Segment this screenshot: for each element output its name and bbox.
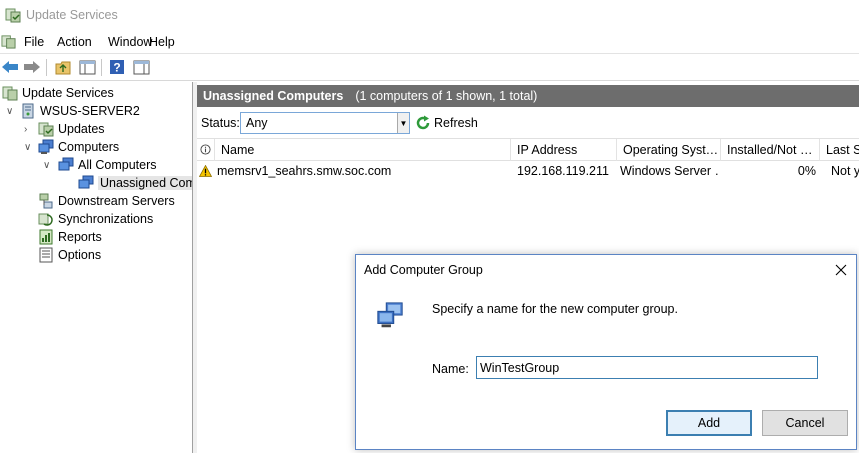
updates-icon bbox=[38, 122, 54, 137]
dialog-body: Specify a name for the new computer grou… bbox=[356, 285, 856, 449]
back-icon[interactable] bbox=[0, 58, 20, 76]
grid-header: Name IP Address Operating Syst… Installe… bbox=[197, 138, 859, 161]
properties-pane-icon[interactable] bbox=[131, 58, 151, 76]
status-dropdown[interactable]: Any ▼ bbox=[240, 112, 410, 134]
status-label: Status: bbox=[201, 116, 240, 130]
dialog-title: Add Computer Group bbox=[364, 263, 483, 277]
collapse-chevron-icon[interactable]: ∨ bbox=[24, 143, 34, 153]
up-folder-icon[interactable] bbox=[53, 58, 73, 76]
tree-item-computers[interactable]: Computers bbox=[38, 138, 119, 156]
reports-icon bbox=[39, 229, 53, 245]
status-filter-row: Status: Any ▼ Refresh bbox=[197, 110, 859, 136]
cell-ip: 192.168.119.211 bbox=[517, 164, 609, 178]
column-header-os[interactable]: Operating Syst… bbox=[617, 139, 721, 161]
group-name-input[interactable] bbox=[476, 356, 818, 379]
table-row[interactable]: memsrv1_seahrs.smw.soc.com 192.168.119.2… bbox=[197, 161, 859, 181]
dialog-title-bar: Add Computer Group bbox=[356, 255, 856, 285]
expand-chevron-icon[interactable]: › bbox=[24, 125, 34, 135]
computer-group-icon bbox=[375, 301, 405, 334]
add-button[interactable]: Add bbox=[666, 410, 752, 436]
refresh-icon bbox=[416, 115, 430, 130]
tree-item-downstream-servers[interactable]: Downstream Servers bbox=[38, 192, 175, 210]
server-icon bbox=[22, 103, 34, 119]
column-header-last-status[interactable]: Last St bbox=[820, 139, 859, 161]
cancel-button[interactable]: Cancel bbox=[762, 410, 848, 436]
tree-item-update-services[interactable]: Update Services bbox=[2, 84, 114, 102]
menu-help[interactable]: Help bbox=[149, 35, 175, 49]
navigation-tree: Update Services ∨ WSUS-SERVER2 › Updates… bbox=[0, 82, 193, 453]
tree-item-all-computers[interactable]: All Computers bbox=[58, 156, 157, 174]
collapse-chevron-icon[interactable]: ∨ bbox=[6, 107, 16, 117]
show-hide-tree-icon[interactable] bbox=[77, 58, 97, 76]
refresh-button[interactable]: Refresh bbox=[415, 114, 478, 132]
column-header-ip[interactable]: IP Address bbox=[511, 139, 617, 161]
menu-window[interactable]: Window bbox=[108, 35, 152, 49]
wsus-app-icon bbox=[5, 7, 21, 26]
synchronizations-icon bbox=[38, 213, 53, 226]
options-icon bbox=[39, 247, 53, 263]
add-computer-group-dialog: Add Computer Group Specify a name for th… bbox=[355, 254, 857, 450]
collapse-chevron-icon[interactable]: ∨ bbox=[43, 161, 53, 171]
title-bar: Update Services bbox=[0, 0, 859, 31]
svg-text:?: ? bbox=[113, 61, 120, 75]
close-icon[interactable] bbox=[826, 255, 856, 285]
cell-os: Windows Server … bbox=[620, 164, 720, 178]
forward-icon[interactable] bbox=[22, 58, 42, 76]
content-title: Unassigned Computers bbox=[203, 89, 344, 103]
window-title: Update Services bbox=[26, 8, 118, 22]
computers-icon bbox=[38, 139, 54, 154]
status-value: Any bbox=[246, 116, 268, 130]
help-icon[interactable]: ? bbox=[107, 58, 127, 76]
menu-bar: File Action Window Help bbox=[0, 31, 859, 53]
content-subtitle: (1 computers of 1 shown, 1 total) bbox=[355, 89, 538, 103]
cell-name: memsrv1_seahrs.smw.soc.com bbox=[217, 164, 392, 178]
cell-last-status: Not y bbox=[831, 164, 859, 178]
column-header-installed[interactable]: Installed/Not … bbox=[721, 139, 820, 161]
dropdown-arrow-icon[interactable]: ▼ bbox=[397, 113, 409, 133]
menu-file[interactable]: File bbox=[24, 35, 44, 49]
system-menu-icon[interactable] bbox=[1, 34, 16, 52]
toolbar: ? bbox=[0, 53, 859, 81]
menu-action[interactable]: Action bbox=[57, 35, 92, 49]
info-column-icon[interactable] bbox=[197, 139, 215, 161]
computer-group-icon bbox=[78, 175, 94, 189]
tree-item-options[interactable]: Options bbox=[38, 246, 101, 264]
tree-item-synchronizations[interactable]: Synchronizations bbox=[38, 210, 153, 228]
cell-installed: 0% bbox=[797, 164, 816, 178]
dialog-prompt: Specify a name for the new computer grou… bbox=[432, 302, 678, 316]
tree-item-server[interactable]: WSUS-SERVER2 bbox=[20, 102, 140, 120]
downstream-servers-icon bbox=[39, 193, 53, 209]
warning-icon bbox=[199, 161, 215, 181]
name-label: Name: bbox=[432, 362, 469, 376]
tree-item-updates[interactable]: Updates bbox=[38, 120, 105, 138]
tree-item-reports[interactable]: Reports bbox=[38, 228, 102, 246]
update-services-icon bbox=[2, 86, 18, 101]
tree-item-unassigned-computers[interactable]: Unassigned Computers bbox=[78, 174, 192, 192]
column-header-name[interactable]: Name bbox=[215, 139, 511, 161]
content-header: Unassigned Computers (1 computers of 1 s… bbox=[197, 85, 859, 107]
computer-group-icon bbox=[58, 157, 74, 171]
